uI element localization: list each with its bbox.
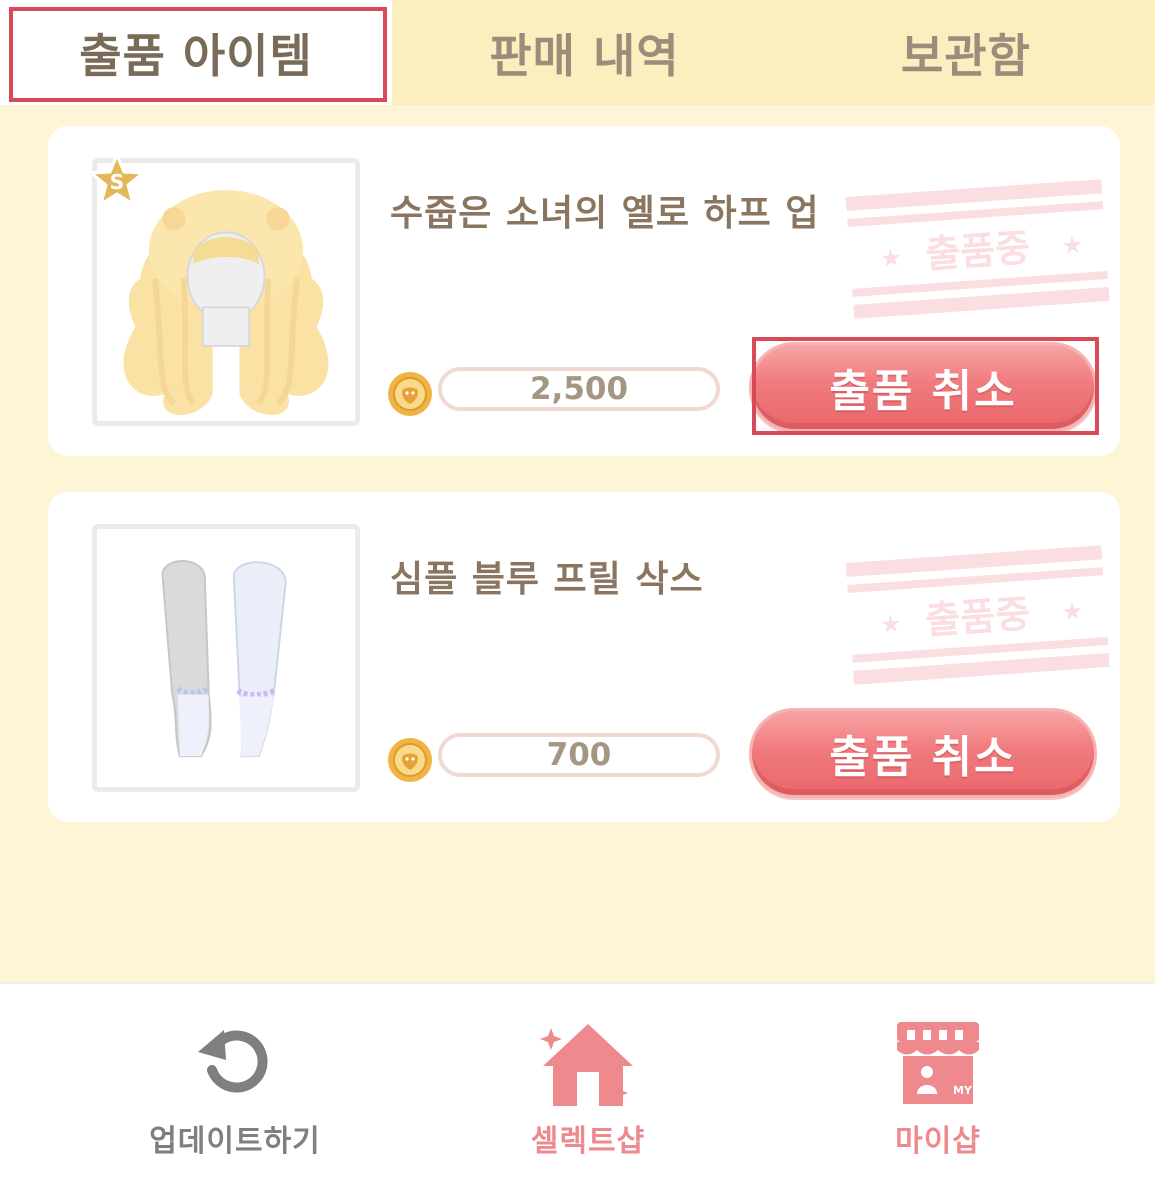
coin-icon [386,370,434,418]
svg-text:출품중: 출품중 [924,225,1032,276]
nav-label: 업데이트하기 [149,1124,321,1159]
svg-text:S: S [110,170,124,194]
listed-item-card: 심플 블루 프릴 삭스 출품중 ★ ★ 700 출품 취소 [48,492,1120,822]
listed-status-stamp: 출품중 ★ ★ [844,174,1112,334]
item-name: 심플 블루 프릴 삭스 [390,559,704,600]
my-shop-screen: 출품 아이템 판매 내역 보관함 S 수줍은 소녀의 옐로 하프 업 출품중 ★… [0,0,1155,1179]
nav-label: 셀렉트샵 [530,1124,646,1159]
tab-listed-items[interactable]: 출품 아이템 [0,0,392,105]
tab-storage[interactable]: 보관함 [777,0,1155,105]
blue-frill-socks-icon [161,560,287,758]
nav-update-button[interactable]: 업데이트하기 [110,984,360,1179]
listed-item-card: S 수줍은 소녀의 옐로 하프 업 출품중 ★ ★ 2,500 출품 취소 [48,126,1120,456]
svg-text:★: ★ [1061,231,1084,260]
refresh-icon [198,1030,268,1093]
nav-label: 마이샵 [895,1124,981,1159]
item-thumbnail[interactable] [92,524,360,792]
coin-icon [386,736,434,784]
cancel-listing-button[interactable]: 출품 취소 [749,708,1097,798]
house-icon [540,1024,633,1106]
bottom-navigation: 업데이트하기 셀렉트샵 MY 마이샵 [0,982,1155,1179]
svg-text:★: ★ [1061,597,1084,626]
my-shop-icon: MY [897,1022,979,1104]
tab-bar: 출품 아이템 판매 내역 보관함 [0,0,1155,105]
svg-text:★: ★ [879,609,902,638]
price-display: 700 [438,733,720,777]
tab-sales-history[interactable]: 판매 내역 [392,0,777,105]
item-name: 수줍은 소녀의 옐로 하프 업 [390,193,820,234]
grade-badge-icon: S [88,152,146,210]
svg-text:출품중: 출품중 [924,591,1032,642]
svg-text:MY: MY [953,1084,973,1097]
price-display: 2,500 [438,367,720,411]
cancel-listing-button[interactable]: 출품 취소 [749,342,1097,432]
svg-text:★: ★ [879,243,902,272]
nav-my-shop-button[interactable]: MY 마이샵 [813,984,1063,1179]
listed-status-stamp: 출품중 ★ ★ [844,540,1112,700]
nav-select-shop-button[interactable]: 셀렉트샵 [463,984,713,1179]
